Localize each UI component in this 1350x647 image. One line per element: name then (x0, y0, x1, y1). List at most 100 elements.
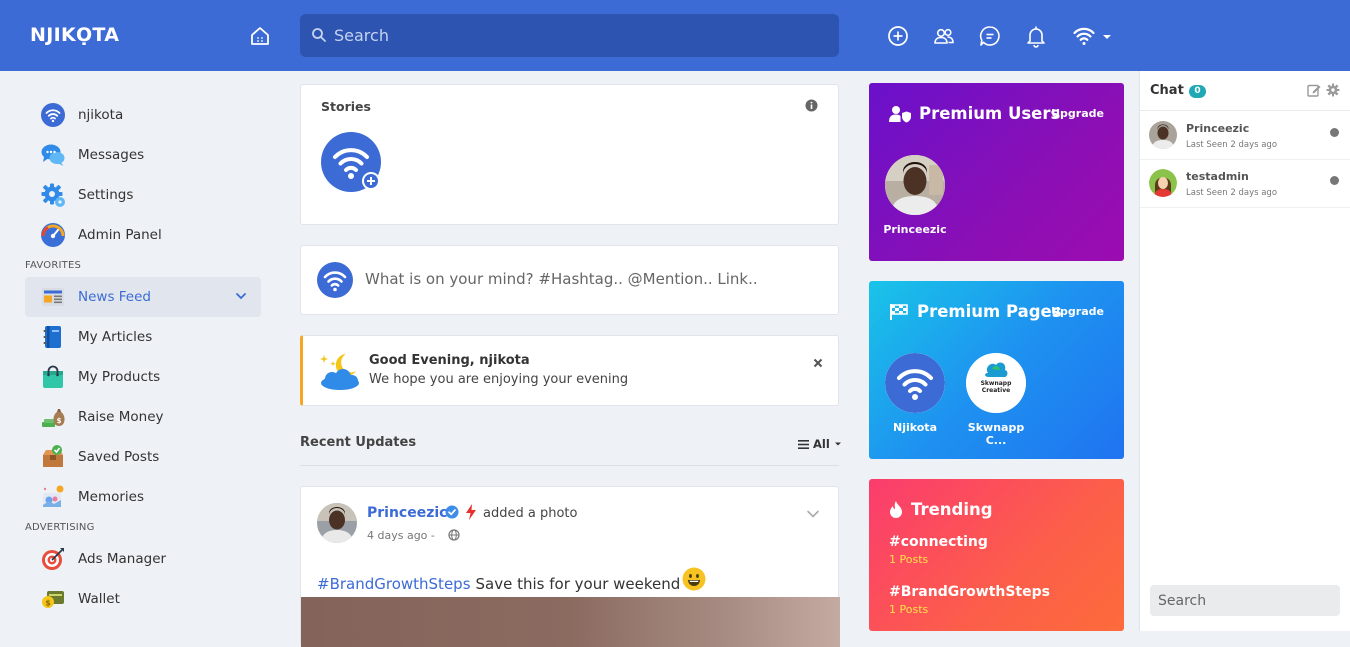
svg-text:Skwnapp: Skwnapp (981, 380, 1012, 387)
newspaper-icon (42, 288, 64, 306)
globe-icon (448, 529, 460, 541)
feed-filter-dropdown[interactable]: All (798, 437, 847, 451)
sidebar-item-label: Admin Panel (78, 227, 162, 243)
chat-contact[interactable]: Princeezic Last Seen 2 days ago (1140, 112, 1350, 160)
trending-count: 1 Posts (889, 553, 929, 566)
stories-card: Stories (300, 84, 839, 225)
offline-status-dot (1330, 176, 1339, 185)
premium-pages-widget: Premium Pages Upgrade Njikota Skwnapp Cre… (869, 281, 1124, 459)
premium-users-upgrade-link[interactable]: Upgrade (1051, 107, 1104, 120)
svg-text:$: $ (45, 599, 51, 608)
chat-contact-avatar (1149, 121, 1177, 149)
friends-icon[interactable] (932, 24, 956, 48)
sidebar-item-messages[interactable]: Messages (25, 135, 261, 175)
greeting-title: Good Evening, njikota (369, 353, 530, 368)
sidebar-item-profile[interactable]: njikota (25, 95, 261, 135)
chat-title: Chat (1150, 83, 1184, 98)
post-timestamp[interactable]: 4 days ago - (367, 529, 435, 542)
post-composer[interactable]: What is on your mind? #Hashtag.. @Mentio… (300, 245, 839, 315)
sidebar-item-memories[interactable]: Memories (25, 477, 261, 517)
close-icon[interactable] (813, 358, 823, 368)
search-input[interactable] (334, 14, 824, 57)
home-icon[interactable] (248, 24, 272, 48)
chat-bubbles-icon (41, 144, 65, 166)
chat-search-input[interactable] (1150, 585, 1340, 616)
premium-pages-title: Premium Pages (917, 302, 1062, 321)
messages-icon[interactable] (978, 24, 1002, 48)
sidebar-item-label: Messages (78, 147, 145, 163)
sidebar-item-label: News Feed (78, 289, 151, 305)
sidebar-item-news-feed[interactable]: News Feed (25, 277, 261, 317)
gear-icon[interactable] (1326, 83, 1340, 97)
user-avatar (317, 262, 353, 298)
divider (300, 465, 839, 466)
sidebar-item-label: Memories (78, 489, 145, 505)
fire-icon (890, 500, 902, 518)
premium-page-name: Skwnapp C... (967, 421, 1025, 447)
chevron-down-icon[interactable] (806, 509, 820, 519)
sidebar-item-label: Wallet (78, 591, 120, 607)
header-search[interactable] (300, 14, 839, 57)
top-navbar: NJIKỌTA (0, 0, 1350, 71)
sidebar-item-admin-panel[interactable]: Admin Panel (25, 215, 261, 255)
premium-page-name: Njikota (892, 421, 937, 434)
sidebar-item-label: Saved Posts (78, 449, 160, 465)
page-logo (885, 353, 945, 413)
sidebar-item-my-articles[interactable]: My Articles (25, 317, 261, 357)
premium-page-item[interactable]: Skwnapp Creative Skwnapp C... (956, 353, 1036, 447)
info-icon[interactable] (805, 99, 818, 112)
chat-count-badge: 0 (1189, 85, 1206, 98)
trending-tag-item[interactable]: #connecting 1 Posts (889, 534, 988, 566)
gear-icon (41, 183, 65, 207)
post-photo[interactable] (301, 597, 840, 647)
premium-pages-upgrade-link[interactable]: Upgrade (1051, 305, 1104, 318)
sidebar-item-raise-money[interactable]: $ Raise Money (25, 397, 261, 437)
feed-post: Princeezic added a photo 4 days ago - #B… (300, 486, 840, 647)
verified-badge-icon (445, 505, 459, 519)
premium-user-avatar (885, 155, 945, 215)
site-logo[interactable]: NJIKỌTA (30, 24, 119, 46)
profile-menu-icon[interactable] (1072, 24, 1114, 48)
saved-box-icon (43, 445, 63, 467)
caret-down-icon (834, 442, 841, 446)
notifications-icon[interactable] (1024, 24, 1048, 48)
moon-cloud-icon (320, 354, 359, 390)
sidebar-item-label: Settings (78, 187, 134, 203)
sidebar-item-my-products[interactable]: My Products (25, 357, 261, 397)
money-bag-icon: $ (42, 409, 65, 427)
greeting-message: We hope you are enjoying your evening (369, 372, 629, 387)
chat-contact-name: testadmin (1186, 170, 1249, 183)
trending-tag: #BrandGrowthSteps (889, 584, 1050, 600)
trending-tag: #connecting (889, 534, 988, 550)
sidebar-item-settings[interactable]: Settings (25, 175, 261, 215)
create-icon[interactable] (886, 24, 910, 48)
composer-placeholder[interactable]: What is on your mind? #Hashtag.. @Mentio… (365, 270, 758, 288)
advertising-heading: ADVERTISING (25, 522, 95, 533)
stories-title: Stories (321, 99, 371, 114)
sidebar-item-ads-manager[interactable]: Ads Manager (25, 539, 261, 579)
sidebar-item-label: njikota (78, 107, 124, 123)
premium-page-item[interactable]: Njikota (875, 353, 955, 434)
sidebar-item-saved-posts[interactable]: Saved Posts (25, 437, 261, 477)
add-story-button[interactable] (321, 132, 383, 194)
sidebar-item-wallet[interactable]: $ Wallet (25, 579, 261, 619)
checkered-flag-icon (890, 303, 908, 320)
smile-emoji-icon (682, 567, 706, 591)
premium-user-item[interactable]: Princeezic (875, 155, 955, 236)
premium-pages-header: Premium Pages (889, 302, 1062, 321)
trending-tag-item[interactable]: #BrandGrowthSteps 1 Posts (889, 584, 1050, 616)
post-hashtag[interactable]: #BrandGrowthSteps (317, 575, 471, 593)
svg-text:Creative: Creative (982, 387, 1010, 394)
chevron-down-icon[interactable] (235, 290, 247, 302)
feed-filter-label: All (813, 437, 830, 451)
pro-bolt-icon (466, 504, 476, 520)
chat-contact[interactable]: testadmin Last Seen 2 days ago (1140, 160, 1350, 208)
left-sidebar: njikota Messages Settings Admin Panel FA… (25, 95, 261, 619)
memories-icon (43, 485, 64, 507)
trending-header: Trending (889, 500, 993, 519)
post-author-avatar[interactable] (317, 503, 357, 543)
edit-icon[interactable] (1307, 83, 1321, 97)
page-logo: Skwnapp Creative (966, 353, 1026, 413)
notebook-icon (43, 326, 61, 348)
post-author-name[interactable]: Princeezic (367, 505, 447, 521)
